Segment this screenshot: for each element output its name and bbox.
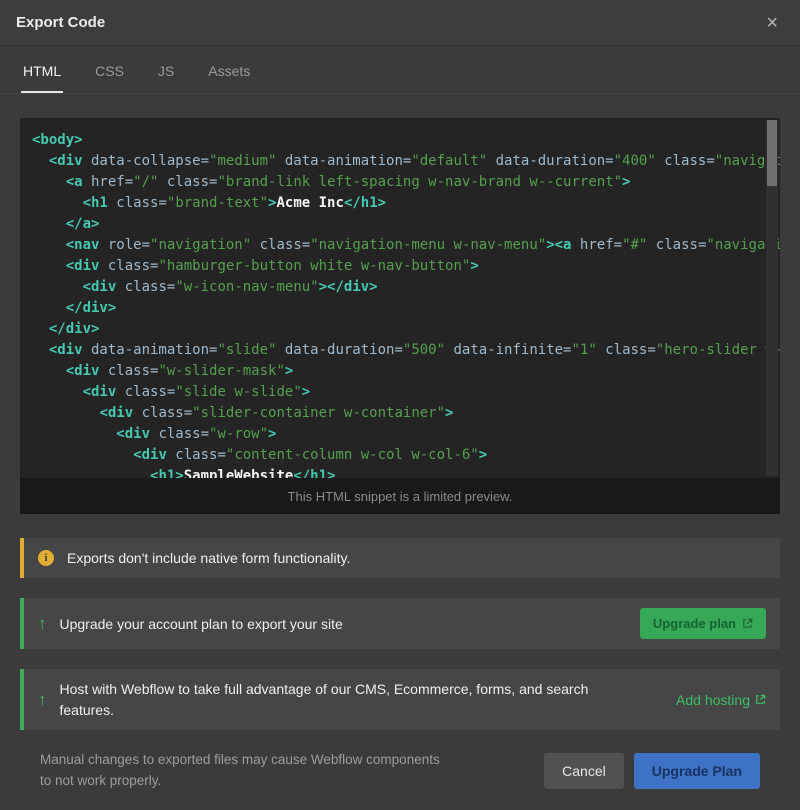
code-preview-panel: <body> <div data-collapse="medium" data-…	[20, 118, 780, 514]
footer-actions: Cancel Upgrade Plan	[544, 753, 760, 789]
code-line: </a>	[32, 214, 762, 235]
code-line: <h1>SampleWebsite</h1>	[32, 466, 762, 478]
notice-text: Exports don't include native form functi…	[67, 548, 350, 568]
code-line: <div class="w-row">	[32, 424, 762, 445]
code-line: <div class="content-column w-col w-col-6…	[32, 445, 762, 466]
export-warning-note: Manual changes to exported files may cau…	[40, 750, 440, 792]
external-link-icon	[755, 694, 766, 705]
scrollbar-thumb[interactable]	[767, 120, 777, 186]
code-line: <div class="w-slider-mask">	[32, 361, 762, 382]
modal-header: Export Code ×	[0, 0, 800, 46]
modal-content: <body> <div data-collapse="medium" data-…	[0, 94, 800, 810]
code-scrollbar[interactable]	[766, 120, 778, 476]
notice-text: Host with Webflow to take full advantage…	[60, 679, 640, 720]
code-line: <h1 class="brand-text">Acme Inc</h1>	[32, 193, 762, 214]
tab-css[interactable]: CSS	[93, 63, 126, 93]
code-line: </div>	[32, 319, 762, 340]
code-line: <div class="slide w-slide">	[32, 382, 762, 403]
modal-title: Export Code	[16, 14, 105, 31]
external-link-icon	[742, 618, 753, 629]
tab-assets[interactable]: Assets	[206, 63, 252, 93]
tab-js[interactable]: JS	[156, 63, 176, 93]
upgrade-plan-link-button[interactable]: Upgrade plan	[640, 608, 766, 639]
code-line: <div data-animation="slide" data-duratio…	[32, 340, 762, 361]
code-line: <body>	[32, 130, 762, 151]
code-editor[interactable]: <body> <div data-collapse="medium" data-…	[20, 118, 780, 478]
upgrade-plan-button[interactable]: Upgrade Plan	[634, 753, 760, 789]
tab-html[interactable]: HTML	[21, 63, 63, 93]
arrow-up-icon: ↑	[38, 615, 47, 632]
code-line: <div data-collapse="medium" data-animati…	[32, 151, 762, 172]
tab-bar: HTML CSS JS Assets	[0, 46, 800, 94]
code-line: <nav role="navigation" class="navigation…	[32, 235, 762, 256]
modal-footer: Manual changes to exported files may cau…	[20, 730, 780, 810]
add-hosting-link[interactable]: Add hosting	[676, 692, 766, 708]
close-icon[interactable]: ×	[760, 11, 784, 35]
preview-note: This HTML snippet is a limited preview.	[20, 478, 780, 514]
code-line: <div class="hamburger-button white w-nav…	[32, 256, 762, 277]
notice-form-functionality: i Exports don't include native form func…	[20, 538, 780, 578]
notice-text: Upgrade your account plan to export your…	[60, 614, 343, 634]
cancel-button[interactable]: Cancel	[544, 753, 624, 789]
code-line: <a href="/" class="brand-link left-spaci…	[32, 172, 762, 193]
arrow-up-icon: ↑	[38, 691, 47, 708]
code-line: <div class="slider-container w-container…	[32, 403, 762, 424]
notice-upgrade-plan: ↑ Upgrade your account plan to export yo…	[20, 598, 780, 649]
notice-add-hosting: ↑ Host with Webflow to take full advanta…	[20, 669, 780, 730]
info-icon: i	[38, 550, 54, 566]
code-line: <div class="w-icon-nav-menu"></div>	[32, 277, 762, 298]
export-code-modal: Export Code × HTML CSS JS Assets <body> <di…	[0, 0, 800, 809]
code-lines: <body> <div data-collapse="medium" data-…	[32, 130, 762, 478]
code-line: </div>	[32, 298, 762, 319]
